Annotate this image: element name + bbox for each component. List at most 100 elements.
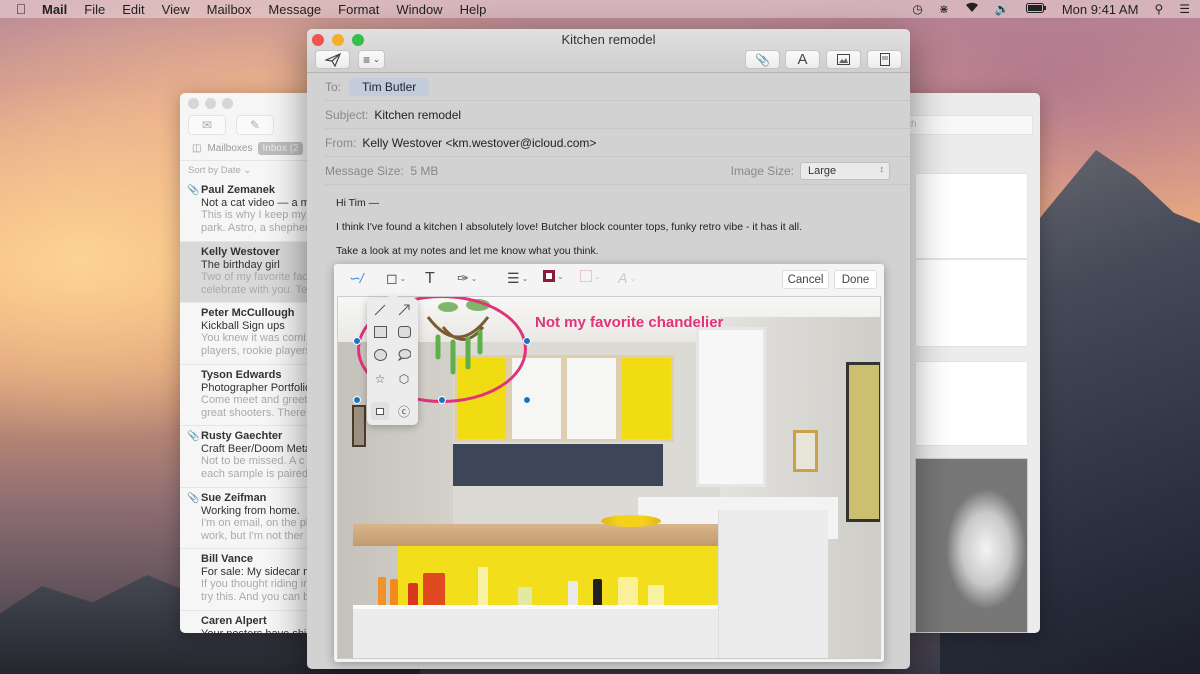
menu-help[interactable]: Help — [460, 2, 487, 17]
volume-icon[interactable]: 🔊 — [995, 2, 1010, 16]
paperclip-icon: 📎 — [755, 52, 770, 67]
stationery-button[interactable] — [867, 50, 902, 69]
format-button[interactable]: A — [785, 50, 820, 69]
resize-handle[interactable] — [523, 396, 531, 404]
menu-format[interactable]: Format — [338, 2, 379, 17]
star-shape[interactable]: ☆ — [371, 370, 389, 388]
paper-plane-icon — [324, 52, 341, 67]
line-shape[interactable] — [371, 301, 389, 319]
loupe-shape[interactable]: ⓒ — [395, 402, 413, 420]
rounded-rectangle-shape[interactable] — [395, 323, 413, 341]
chevron-down-icon: ⌄ — [470, 274, 478, 283]
menu-message[interactable]: Message — [268, 2, 321, 17]
message-card — [915, 361, 1028, 446]
bluetooth-icon[interactable]: ⋇ — [939, 2, 949, 16]
get-mail-button[interactable]: ✉ — [188, 115, 226, 135]
message-preview: Come meet and greet — [201, 393, 308, 406]
from-value[interactable]: Kelly Westover <km.westover@icloud.com> — [362, 136, 596, 150]
send-button[interactable] — [315, 50, 350, 69]
text-style-tool[interactable]: A ⌄ — [618, 270, 636, 286]
line-style-tool[interactable]: ☰ ⌄ — [507, 270, 528, 287]
fill-color-tool[interactable]: ⌄ — [580, 270, 601, 282]
compose-icon: ✎ — [249, 118, 261, 132]
traffic-lights-inactive — [180, 93, 315, 109]
message-list-item[interactable]: Peter McCullough Kickball Sign ups You kne… — [180, 303, 315, 365]
arrow-shape[interactable] — [395, 301, 413, 319]
message-list-item[interactable]: 📎 Paul Zemanek Not a cat video — a m This i… — [180, 180, 315, 242]
lower-cabinet — [353, 605, 718, 658]
message-sender: Caren Alpert — [201, 614, 267, 627]
rectangle-shape[interactable] — [371, 323, 389, 341]
resize-handle[interactable] — [523, 337, 531, 345]
recipient-token[interactable]: Tim Butler — [349, 77, 430, 96]
mask-shape[interactable] — [371, 402, 389, 420]
speech-bubble-icon — [397, 349, 411, 361]
menu-app-mail[interactable]: Mail — [42, 2, 67, 17]
spotlight-icon[interactable]: ⚲ — [1154, 2, 1163, 16]
message-preview: work, but I'm not ther — [201, 529, 304, 542]
message-subject: The birthday girl — [201, 258, 280, 271]
signature-tool[interactable]: ✑ ⌄ — [457, 270, 477, 287]
image-size-select[interactable]: Large ↕ — [800, 161, 890, 180]
backsplash — [453, 444, 663, 486]
resize-handle[interactable] — [438, 396, 446, 404]
minimize-button[interactable] — [205, 98, 216, 109]
border-color-tool[interactable]: ⌄ — [543, 270, 564, 282]
message-list-item[interactable]: Caren AlpertYour posters have shi — [180, 611, 315, 634]
subject-value[interactable]: Kitchen remodel — [374, 108, 461, 122]
title-bar: Kitchen remodel ≡ ⌄ 📎 A — [307, 29, 910, 73]
paperclip-icon: 📎 — [187, 185, 200, 196]
compose-button[interactable]: ✎ — [236, 115, 274, 135]
subject-field[interactable]: Subject: Kitchen remodel — [325, 101, 910, 129]
time-machine-icon[interactable]: ◷ — [912, 2, 922, 16]
clock[interactable]: Mon 9:41 AM — [1062, 2, 1139, 17]
menu-mailbox[interactable]: Mailbox — [207, 2, 252, 17]
message-list-item[interactable]: 📎 Sue Zeifman Working from home. I'm on ema… — [180, 488, 315, 549]
fill-color-icon — [580, 270, 592, 282]
message-list-item[interactable]: Tyson Edwards Photographer Portfolio Come … — [180, 365, 315, 426]
hexagon-shape[interactable]: ⬡ — [395, 370, 413, 388]
wifi-icon[interactable] — [965, 2, 979, 16]
resize-handle[interactable] — [353, 337, 361, 345]
close-button[interactable] — [188, 98, 199, 109]
message-subject: Working from home. — [201, 504, 300, 517]
apple-icon[interactable]:  — [14, 1, 28, 17]
notification-center-icon[interactable]: ☰ — [1179, 2, 1190, 16]
header-fields-menu[interactable]: ≡ ⌄ — [358, 50, 385, 69]
message-sender: Tyson Edwards — [201, 368, 282, 381]
message-list-item[interactable]: Kelly Westover The birthday girl Two of my… — [180, 241, 315, 303]
to-field[interactable]: To: Tim Butler — [325, 73, 910, 101]
menu-window[interactable]: Window — [396, 2, 442, 17]
sort-by-date[interactable]: Sort by Date ⌄ — [180, 160, 315, 180]
photo-browser-button[interactable] — [826, 50, 861, 69]
oval-icon — [373, 349, 387, 361]
message-list-item[interactable]: Bill Vance For sale: My sidecar m If you t… — [180, 549, 315, 611]
menu-view[interactable]: View — [162, 2, 190, 17]
shapes-tool[interactable]: ◻ ⌄ — [386, 270, 406, 287]
sketch-tool[interactable]: ∽/ — [348, 270, 364, 287]
from-label: From: — [325, 135, 357, 150]
done-button[interactable]: Done — [834, 270, 877, 289]
text-tool[interactable]: T — [425, 270, 435, 288]
menu-file[interactable]: File — [84, 2, 105, 17]
message-body[interactable]: Hi Tim — I think I've found a kitchen I … — [307, 185, 910, 257]
mailboxes-button[interactable]: Mailboxes — [207, 143, 252, 154]
cancel-button[interactable]: Cancel — [782, 270, 829, 289]
resize-handle[interactable] — [353, 396, 361, 404]
message-sender: Peter McCullough — [201, 307, 295, 319]
paperclip-icon: 📎 — [187, 431, 200, 442]
oval-shape[interactable] — [371, 346, 389, 364]
attach-button[interactable]: 📎 — [745, 50, 780, 69]
stepper-arrows-icon: ↕ — [879, 163, 885, 174]
annotation-text[interactable]: Not my favorite chandelier — [535, 314, 723, 331]
menu-edit[interactable]: Edit — [122, 2, 144, 17]
speech-bubble-shape[interactable] — [395, 346, 413, 364]
battery-icon[interactable] — [1025, 2, 1046, 16]
markup-toolbar: ∽/ ◻ ⌄ T ✑ ⌄ ☰ ⌄ ⌄ ⌄ A ⌄ Cancel Done — [334, 264, 884, 296]
message-list-item[interactable]: 📎 Rusty Gaechter Craft Beer/Doom Meta Not t… — [180, 426, 315, 488]
search-field[interactable]: ch — [905, 115, 1033, 135]
inbox-button[interactable]: Inbox (2 — [258, 142, 303, 155]
zoom-button[interactable] — [222, 98, 233, 109]
from-field[interactable]: From: Kelly Westover <km.westover@icloud… — [325, 129, 910, 157]
message-list: 📎 Paul Zemanek Not a cat video — a m This i… — [180, 180, 315, 633]
